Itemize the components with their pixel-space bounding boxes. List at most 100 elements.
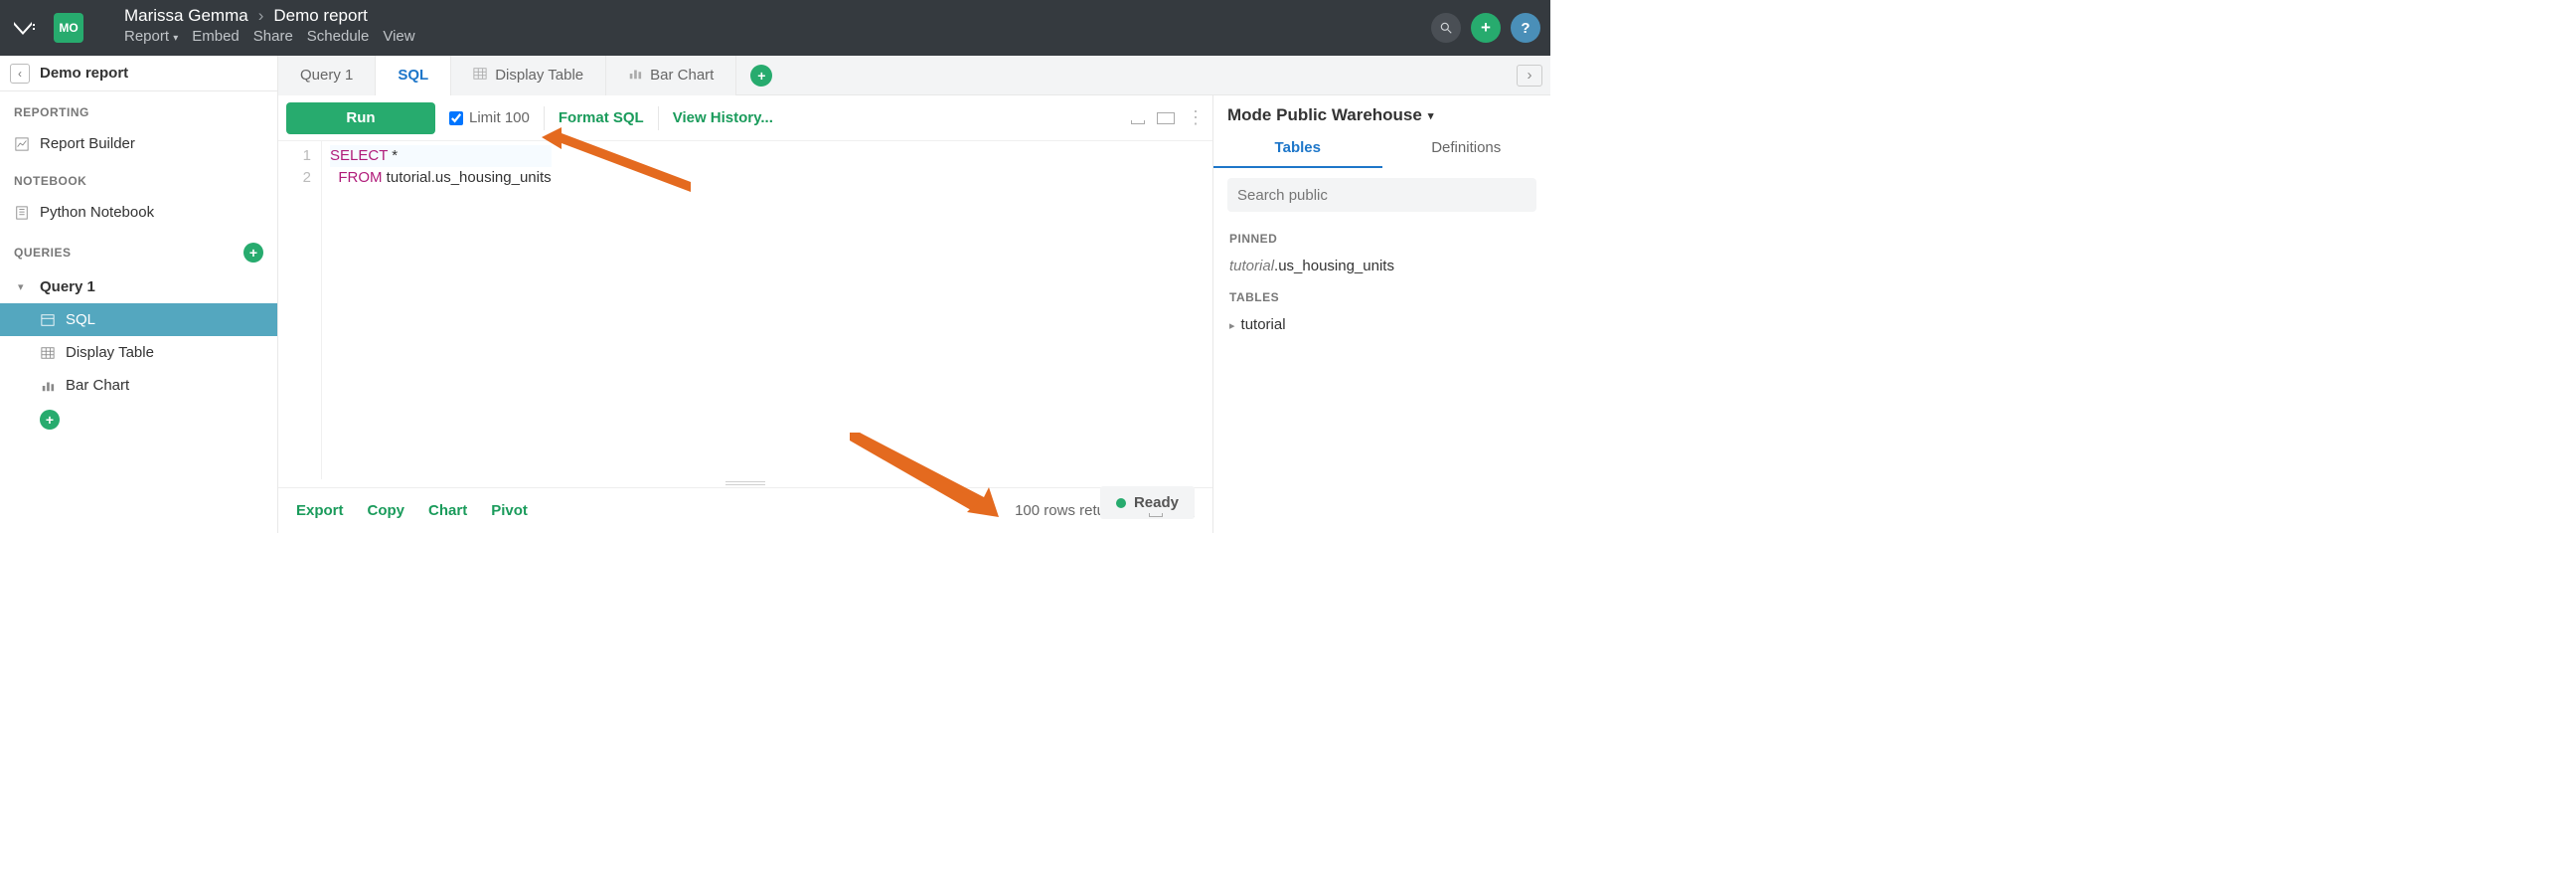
menu-report[interactable]: Report ▾ xyxy=(124,28,178,45)
sidebar-item-report-builder[interactable]: Report Builder xyxy=(0,127,277,160)
sidebar-item-label: Report Builder xyxy=(40,135,135,152)
code-text: tutorial.us_housing_units xyxy=(383,169,552,186)
view-history-link[interactable]: View History... xyxy=(673,109,773,126)
schema-tab-tables[interactable]: Tables xyxy=(1213,129,1382,168)
maximize-icon[interactable] xyxy=(1157,112,1175,124)
export-link[interactable]: Export xyxy=(296,502,344,519)
bar-chart-icon xyxy=(40,378,56,394)
chevron-down-icon: ▾ xyxy=(1428,109,1434,122)
more-menu-icon[interactable]: ⋮ xyxy=(1187,107,1205,128)
sidebar: ‹ Demo report REPORTING Report Builder N… xyxy=(0,56,278,533)
tab-label: Display Table xyxy=(495,67,583,84)
pinned-table-item[interactable]: tutorial.us_housing_units xyxy=(1213,252,1550,280)
breadcrumb-report[interactable]: Demo report xyxy=(273,6,367,26)
topbar: MO Marissa Gemma › Demo report Report ▾ … xyxy=(0,0,1550,56)
datasource-selector[interactable]: Mode Public Warehouse ▾ xyxy=(1213,95,1550,129)
sql-icon xyxy=(40,312,56,328)
schema-tree-item[interactable]: ▸ tutorial xyxy=(1213,310,1550,339)
schema-tab-definitions[interactable]: Definitions xyxy=(1382,129,1551,168)
status-label: Ready xyxy=(1134,494,1179,511)
chevron-right-icon: › xyxy=(258,6,264,26)
line-gutter: 12 xyxy=(278,141,322,479)
plus-icon: + xyxy=(40,410,60,430)
breadcrumbs: Marissa Gemma › Demo report xyxy=(124,6,368,26)
help-button[interactable]: ? xyxy=(1511,13,1540,43)
results-toolbar: Export Copy Chart Pivot 100 rows returne… xyxy=(278,487,1212,533)
status-dot-icon xyxy=(1116,498,1126,508)
add-query-button[interactable]: + xyxy=(243,243,263,263)
table-name: .us_housing_units xyxy=(1274,258,1394,274)
app-logo-icon[interactable] xyxy=(10,15,36,41)
tab-label: Query 1 xyxy=(300,67,353,84)
sidebar-item-label: Display Table xyxy=(66,344,154,361)
copy-link[interactable]: Copy xyxy=(368,502,405,519)
schema-panel: Mode Public Warehouse ▾ Tables Definitio… xyxy=(1212,95,1550,533)
tab-bar-chart[interactable]: Bar Chart xyxy=(606,56,736,95)
datasource-label: Mode Public Warehouse xyxy=(1227,105,1422,125)
sidebar-item-python-notebook[interactable]: Python Notebook xyxy=(0,196,277,229)
section-reporting: REPORTING xyxy=(0,91,277,127)
tab-label: Bar Chart xyxy=(650,67,714,84)
section-notebook: NOTEBOOK xyxy=(0,160,277,196)
back-icon[interactable]: ‹ xyxy=(10,64,30,84)
sql-editor-pane: Run Limit 100 Format SQL View History... xyxy=(278,95,1212,533)
tables-section: TABLES xyxy=(1213,280,1550,310)
tab-label: SQL xyxy=(398,67,428,84)
minimize-icon[interactable] xyxy=(1149,513,1163,517)
main: Query 1 SQL Display Table Bar Chart xyxy=(278,56,1550,533)
pivot-link[interactable]: Pivot xyxy=(491,502,528,519)
search-icon[interactable] xyxy=(1431,13,1461,43)
header-menus: Report ▾ Embed Share Schedule View xyxy=(124,28,415,45)
disclosure-right-icon[interactable]: ▸ xyxy=(1229,320,1235,332)
code-text: * xyxy=(388,147,398,164)
menu-schedule[interactable]: Schedule xyxy=(307,28,370,45)
sidebar-item-label: Python Notebook xyxy=(40,204,154,221)
section-queries: QUERIES xyxy=(14,246,72,260)
sidebar-item-display-table[interactable]: Display Table xyxy=(0,336,277,369)
code-editor[interactable]: 12 SELECT * FROM tutorial.us_housing_uni… xyxy=(278,141,1212,479)
sidebar-add-visualization[interactable]: + xyxy=(0,402,277,438)
tab-display-table[interactable]: Display Table xyxy=(451,56,606,95)
sidebar-item-sql[interactable]: SQL xyxy=(0,303,277,336)
sidebar-item-query1[interactable]: ▾ Query 1 xyxy=(0,270,277,303)
add-tab-button[interactable]: + xyxy=(750,65,772,87)
limit-checkbox[interactable]: Limit 100 xyxy=(449,109,530,126)
resize-handle[interactable] xyxy=(278,479,1212,487)
code-keyword: FROM xyxy=(338,169,382,186)
sidebar-item-label: Query 1 xyxy=(40,278,95,295)
run-button[interactable]: Run xyxy=(286,102,435,134)
schema-name: tutorial xyxy=(1241,316,1286,333)
menu-share[interactable]: Share xyxy=(253,28,293,45)
chart-area-icon xyxy=(14,136,30,152)
collapse-right-icon[interactable]: › xyxy=(1517,65,1542,87)
editor-toolbar: Run Limit 100 Format SQL View History... xyxy=(278,95,1212,141)
divider xyxy=(658,106,659,130)
tab-query1[interactable]: Query 1 xyxy=(278,56,376,95)
schema-name: tutorial xyxy=(1229,258,1274,274)
bar-chart-icon xyxy=(628,67,642,85)
table-icon xyxy=(40,345,56,361)
sidebar-item-bar-chart[interactable]: Bar Chart xyxy=(0,369,277,402)
chart-link[interactable]: Chart xyxy=(428,502,467,519)
sidebar-item-label: Bar Chart xyxy=(66,377,129,394)
status-badge: Ready xyxy=(1100,486,1195,519)
menu-view[interactable]: View xyxy=(383,28,414,45)
format-sql-link[interactable]: Format SQL xyxy=(559,109,644,126)
sidebar-item-label: SQL xyxy=(66,311,95,328)
table-icon xyxy=(473,67,487,85)
schema-search-input[interactable] xyxy=(1227,178,1536,212)
tab-sql[interactable]: SQL xyxy=(376,56,451,95)
user-avatar[interactable]: MO xyxy=(54,13,83,43)
menu-embed[interactable]: Embed xyxy=(192,28,240,45)
disclosure-down-icon[interactable]: ▾ xyxy=(18,280,30,293)
code-keyword: SELECT xyxy=(330,147,388,164)
limit-checkbox-input[interactable] xyxy=(449,111,463,125)
breadcrumb-user[interactable]: Marissa Gemma xyxy=(124,6,248,26)
limit-label: Limit 100 xyxy=(469,109,530,126)
new-button[interactable]: + xyxy=(1471,13,1501,43)
notebook-icon xyxy=(14,205,30,221)
sidebar-title: Demo report xyxy=(40,65,128,82)
minimize-icon[interactable] xyxy=(1131,120,1145,124)
main-tabs: Query 1 SQL Display Table Bar Chart xyxy=(278,56,1550,95)
divider xyxy=(544,106,545,130)
